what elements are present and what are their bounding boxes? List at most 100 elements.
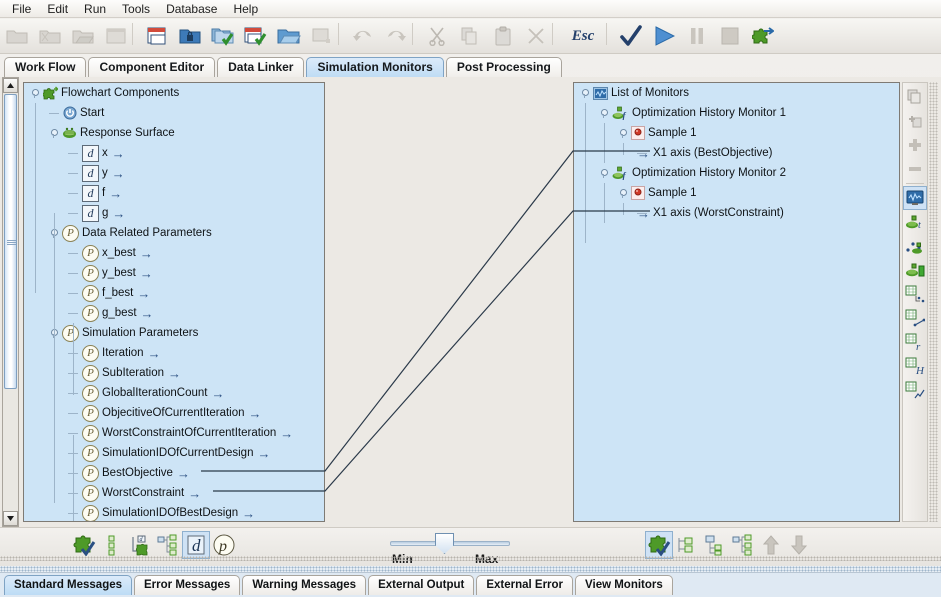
horizontal-splitter-upper[interactable] <box>0 556 941 561</box>
delete-icon[interactable] <box>519 20 552 53</box>
tree-node[interactable]: P SubIteration → <box>24 363 324 383</box>
tree-map-icon[interactable] <box>729 531 757 559</box>
right-edge-splitter[interactable] <box>929 82 938 522</box>
tree-node[interactable]: Px_best → <box>24 243 324 263</box>
tree-node[interactable]: P Iteration → <box>24 343 324 363</box>
outgoing-link-arrow-icon[interactable]: → <box>177 466 190 481</box>
tree-node[interactable]: Py_best → <box>24 263 324 283</box>
tree-node[interactable]: P WorstConstraintOfCurrentIteration → <box>24 423 324 443</box>
open-project-check-icon[interactable] <box>206 20 239 53</box>
messages-tab-standard-messages[interactable]: Standard Messages <box>4 575 133 595</box>
menu-item-help[interactable]: Help <box>225 1 266 17</box>
left-vertical-scrollbar[interactable] <box>2 77 19 527</box>
move-up-icon[interactable] <box>757 531 785 559</box>
grid-h-icon[interactable]: H <box>903 354 927 378</box>
tab-data-linker[interactable]: Data Linker <box>217 57 305 77</box>
messages-tab-external-output[interactable]: External Output <box>368 575 475 595</box>
stop-icon[interactable] <box>713 20 746 53</box>
lock-folder-icon[interactable] <box>173 20 206 53</box>
new-folder-icon[interactable] <box>0 20 33 53</box>
move-down-icon[interactable] <box>785 531 813 559</box>
outgoing-link-arrow-icon[interactable]: → <box>112 146 125 161</box>
tree-expander-icon[interactable] <box>618 128 627 138</box>
tree-expander-icon[interactable] <box>618 188 627 198</box>
cut-icon[interactable] <box>420 20 453 53</box>
add-plus-icon[interactable] <box>903 133 927 157</box>
outgoing-link-arrow-icon[interactable]: → <box>148 346 161 361</box>
outgoing-link-arrow-icon[interactable]: → <box>211 386 224 401</box>
tree-node[interactable]: Start <box>24 103 324 123</box>
open-blue-folder-icon[interactable] <box>272 20 305 53</box>
tab-simulation-monitors[interactable]: Simulation Monitors <box>306 57 444 77</box>
escape-icon[interactable]: Esc <box>560 20 606 53</box>
tree-map-icon[interactable] <box>154 531 182 559</box>
copy-pages-icon[interactable] <box>903 85 927 109</box>
menu-item-database[interactable]: Database <box>158 1 225 17</box>
tree-node[interactable]: f Optimization History Monitor 1 <box>574 103 899 123</box>
plugin-icon[interactable] <box>746 20 779 53</box>
outgoing-link-arrow-icon[interactable]: → <box>280 426 293 441</box>
monitors-panel[interactable]: List of Monitors f Optimization History Mo… <box>573 82 900 522</box>
expand-tree-icon[interactable] <box>673 531 701 559</box>
outgoing-link-arrow-icon[interactable]: → <box>140 266 153 281</box>
tree-node[interactable]: d g → <box>24 203 324 223</box>
messages-tab-external-error[interactable]: External Error <box>476 575 574 595</box>
pause-icon[interactable] <box>680 20 713 53</box>
outgoing-link-arrow-icon[interactable]: → <box>140 246 153 261</box>
undo-icon[interactable] <box>346 20 379 53</box>
grid-point-icon[interactable] <box>903 282 927 306</box>
save-check-icon[interactable] <box>239 20 272 53</box>
monitor-scope-icon[interactable] <box>903 186 927 210</box>
tree-expander-icon[interactable] <box>599 108 608 118</box>
window-icon[interactable] <box>99 20 132 53</box>
messages-tab-view-monitors[interactable]: View Monitors <box>575 575 673 595</box>
tree-node[interactable]: d f → <box>24 183 324 203</box>
menu-item-edit[interactable]: Edit <box>39 1 76 17</box>
scrollbar-thumb[interactable] <box>4 94 17 389</box>
outgoing-link-arrow-icon[interactable]: → <box>249 406 262 421</box>
menu-item-tools[interactable]: Tools <box>114 1 158 17</box>
close-window-icon[interactable] <box>305 20 338 53</box>
scroll-up-arrow-icon[interactable] <box>3 78 18 93</box>
monitors-tree[interactable]: List of Monitors f Optimization History Mo… <box>574 83 899 243</box>
redo-icon[interactable] <box>379 20 412 53</box>
tree-node[interactable]: P SimulationIDOfBestDesign → <box>24 503 324 521</box>
sample-bar-icon[interactable] <box>903 258 927 282</box>
tree-node[interactable]: P Simulation Parameters <box>24 323 324 343</box>
scatter-sample-icon[interactable] <box>903 234 927 258</box>
messages-tab-error-messages[interactable]: Error Messages <box>134 575 241 595</box>
list-nodes-icon[interactable] <box>98 531 126 559</box>
scale-slider[interactable]: Min Max <box>390 530 510 570</box>
outgoing-link-arrow-icon[interactable]: → <box>242 506 255 521</box>
grid-trend-icon[interactable] <box>903 378 927 402</box>
copy-icon[interactable] <box>453 20 486 53</box>
tree-node[interactable]: d y → <box>24 163 324 183</box>
tree-node[interactable]: Flowchart Components <box>24 83 324 103</box>
flowchart-components-panel[interactable]: Flowchart Components Start Response Surfac… <box>23 82 325 522</box>
tab-component-editor[interactable]: Component Editor <box>88 57 216 77</box>
paste-icon[interactable] <box>486 20 519 53</box>
outgoing-link-arrow-icon[interactable]: → <box>168 366 181 381</box>
tree-node[interactable]: Pf_best → <box>24 283 324 303</box>
outgoing-link-arrow-icon[interactable]: → <box>188 486 201 501</box>
menu-item-run[interactable]: Run <box>76 1 114 17</box>
grid-r-icon[interactable]: r <box>903 330 927 354</box>
messages-tab-warning-messages[interactable]: Warning Messages <box>242 575 367 595</box>
save-icon[interactable] <box>140 20 173 53</box>
tree-node[interactable]: Response Surface <box>24 123 324 143</box>
tree-node[interactable]: List of Monitors <box>574 83 899 103</box>
tree-node[interactable]: P SimulationIDOfCurrentDesign → <box>24 443 324 463</box>
datum-d-filter-icon[interactable]: d <box>182 531 210 559</box>
check-icon[interactable] <box>614 20 647 53</box>
outgoing-link-arrow-icon[interactable]: → <box>109 186 122 201</box>
new-document-icon[interactable] <box>33 20 66 53</box>
tree-node[interactable]: P GlobalIterationCount → <box>24 383 324 403</box>
outgoing-link-arrow-icon[interactable]: → <box>141 306 154 321</box>
tree-node[interactable]: P BestObjective → <box>24 463 324 483</box>
tree-expander-icon[interactable] <box>30 88 39 98</box>
menu-item-file[interactable]: File <box>4 1 39 17</box>
tree-expander-icon[interactable] <box>49 128 58 138</box>
tab-post-processing[interactable]: Post Processing <box>445 57 562 77</box>
outgoing-link-arrow-icon[interactable]: → <box>137 286 150 301</box>
tree-expander-icon[interactable] <box>580 88 589 98</box>
